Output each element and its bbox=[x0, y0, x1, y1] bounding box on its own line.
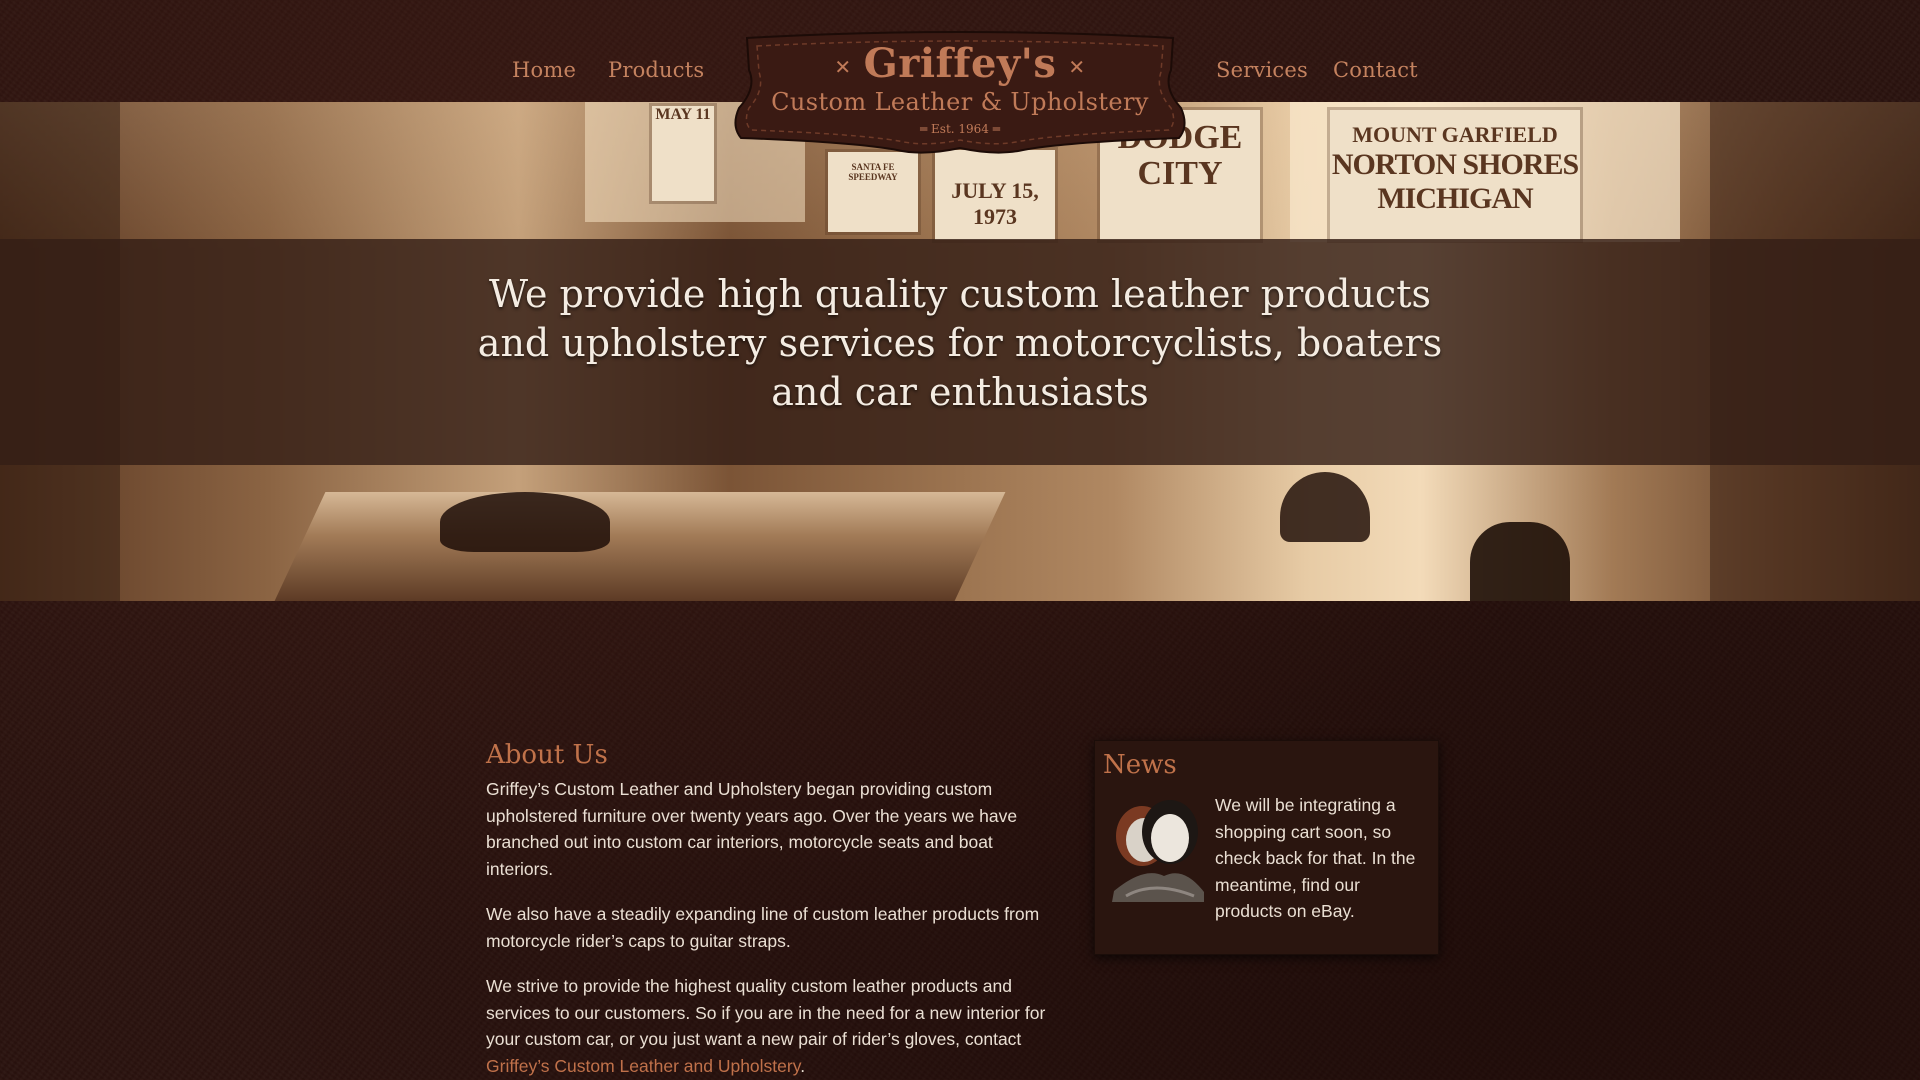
poster-speedway: SANTA FE SPEEDWAY bbox=[828, 152, 918, 232]
sewing-machine-wheel bbox=[1470, 522, 1570, 601]
site-header: Home Products Services Contact ✕ Griffey'… bbox=[0, 0, 1920, 154]
news-box: News We will be integrating a shopping c… bbox=[1094, 740, 1439, 955]
hero-banner: MAY 11 SANTA FE SPEEDWAY JULY 15, 1973 D… bbox=[0, 102, 1920, 601]
nav-services-link[interactable]: Services bbox=[1216, 58, 1308, 82]
logo-rule-icon: ═ bbox=[988, 122, 1000, 136]
about-title: About Us bbox=[486, 740, 608, 770]
news-text: We will be integrating a shopping cart s… bbox=[1215, 795, 1416, 921]
poster-mount-garfield: MOUNT GARFIELD NORTON SHORES MICHIGAN bbox=[1330, 110, 1580, 240]
riders-caps-image bbox=[1112, 800, 1204, 902]
logo-ornament-icon: ✕ bbox=[1068, 55, 1086, 79]
about-paragraph: We also have a steadily expanding line o… bbox=[486, 904, 1040, 951]
news-title: News bbox=[1103, 750, 1177, 780]
logo-name: ✕ Griffey's ✕ bbox=[834, 40, 1086, 87]
about-paragraph: We strive to provide the highest quality… bbox=[486, 976, 1046, 1076]
logo-ornament-icon: ✕ bbox=[834, 55, 852, 79]
page: MAY 11 SANTA FE SPEEDWAY JULY 15, 1973 D… bbox=[0, 0, 1920, 1080]
hero-tagline: We provide high quality custom leather p… bbox=[477, 272, 1443, 414]
leather-piece bbox=[440, 492, 610, 552]
nav-home-link[interactable]: Home bbox=[512, 58, 576, 82]
logo-rule-icon: ═ bbox=[919, 122, 932, 136]
about-section: About Us Griffey’s Custom Leather and Up… bbox=[486, 740, 1056, 1080]
logo-subtitle: Custom Leather & Upholstery bbox=[771, 88, 1149, 116]
poster-date: JULY 15, 1973 bbox=[935, 150, 1055, 240]
logo-established: ═ Est. 1964 ═ bbox=[919, 122, 1000, 136]
nav-contact-link[interactable]: Contact bbox=[1333, 58, 1418, 82]
nav-products-link[interactable]: Products bbox=[608, 58, 704, 82]
contact-link[interactable]: Griffey’s Custom Leather and Upholstery bbox=[486, 1056, 800, 1076]
poster-left: MAY 11 bbox=[652, 106, 714, 201]
site-logo[interactable]: ✕ Griffey's ✕ Custom Leather & Upholstery … bbox=[727, 30, 1193, 158]
about-paragraph: Griffey’s Custom Leather and Upholstery … bbox=[486, 779, 1018, 879]
riders-caps-thumbnail[interactable] bbox=[1104, 796, 1209, 906]
lamp bbox=[1280, 472, 1370, 542]
workbench bbox=[274, 492, 1006, 601]
